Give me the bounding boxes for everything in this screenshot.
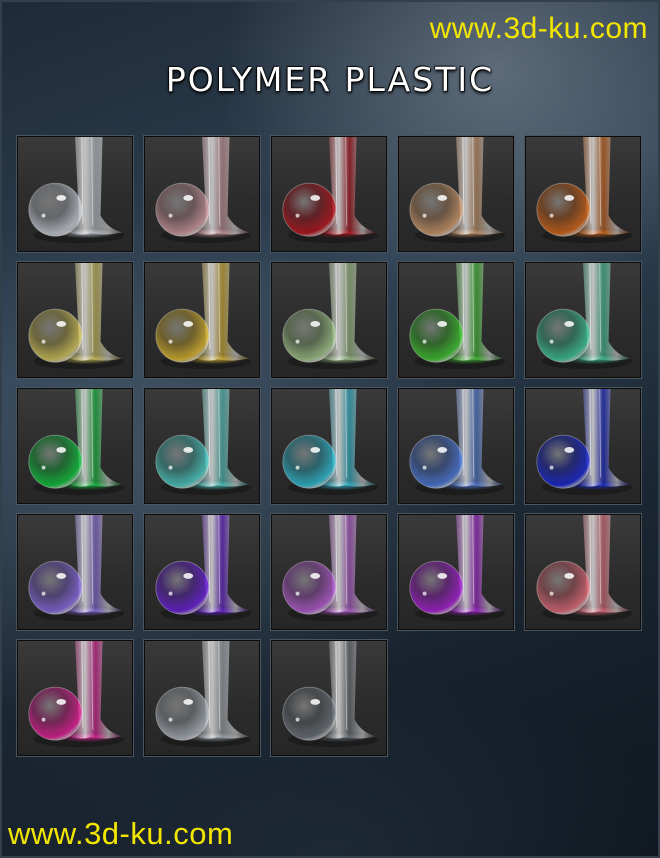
material-swatch[interactable] bbox=[16, 639, 134, 757]
material-swatch[interactable] bbox=[16, 135, 134, 253]
swatch-render bbox=[28, 263, 125, 370]
swatch-render bbox=[28, 641, 125, 748]
watermark-bottom: www.3d-ku.com bbox=[8, 816, 234, 851]
material-swatch[interactable] bbox=[16, 387, 134, 505]
swatch-render bbox=[536, 137, 633, 244]
swatch-render bbox=[282, 641, 379, 748]
swatch-render bbox=[536, 389, 633, 496]
material-swatch[interactable] bbox=[524, 135, 642, 253]
swatch-render bbox=[28, 137, 125, 244]
swatch-render bbox=[155, 641, 252, 748]
material-swatch[interactable] bbox=[524, 261, 642, 379]
swatch-render bbox=[155, 515, 252, 622]
swatch-render bbox=[536, 515, 633, 622]
swatch-grid bbox=[16, 135, 643, 757]
material-swatch[interactable] bbox=[270, 513, 388, 631]
material-swatch[interactable] bbox=[270, 639, 388, 757]
swatch-render bbox=[409, 137, 506, 244]
swatch-render bbox=[282, 515, 379, 622]
swatch-render bbox=[409, 389, 506, 496]
swatch-render bbox=[155, 389, 252, 496]
swatch-render bbox=[282, 137, 379, 244]
swatch-render bbox=[282, 263, 379, 370]
material-swatch[interactable] bbox=[524, 387, 642, 505]
watermark-top: www.3d-ku.com bbox=[429, 12, 648, 45]
swatch-render bbox=[28, 389, 125, 496]
material-swatch[interactable] bbox=[16, 261, 134, 379]
material-swatch[interactable] bbox=[16, 513, 134, 631]
swatch-render bbox=[155, 263, 252, 370]
page-title: POLYMER PLASTIC bbox=[165, 60, 495, 99]
material-swatch[interactable] bbox=[270, 261, 388, 379]
swatch-render bbox=[155, 137, 252, 244]
material-swatch[interactable] bbox=[270, 387, 388, 505]
material-swatch[interactable] bbox=[270, 135, 388, 253]
material-swatch[interactable] bbox=[397, 387, 515, 505]
material-swatch[interactable] bbox=[397, 261, 515, 379]
material-swatch[interactable] bbox=[143, 387, 261, 505]
material-swatch[interactable] bbox=[143, 513, 261, 631]
swatch-render bbox=[536, 263, 633, 370]
material-swatch[interactable] bbox=[143, 261, 261, 379]
material-swatch[interactable] bbox=[143, 639, 261, 757]
swatch-render bbox=[282, 389, 379, 496]
swatch-render bbox=[409, 263, 506, 370]
material-swatch[interactable] bbox=[524, 513, 642, 631]
material-swatch[interactable] bbox=[397, 513, 515, 631]
swatch-render bbox=[28, 515, 125, 622]
material-swatch[interactable] bbox=[397, 135, 515, 253]
material-swatch[interactable] bbox=[143, 135, 261, 253]
swatch-render bbox=[409, 515, 506, 622]
